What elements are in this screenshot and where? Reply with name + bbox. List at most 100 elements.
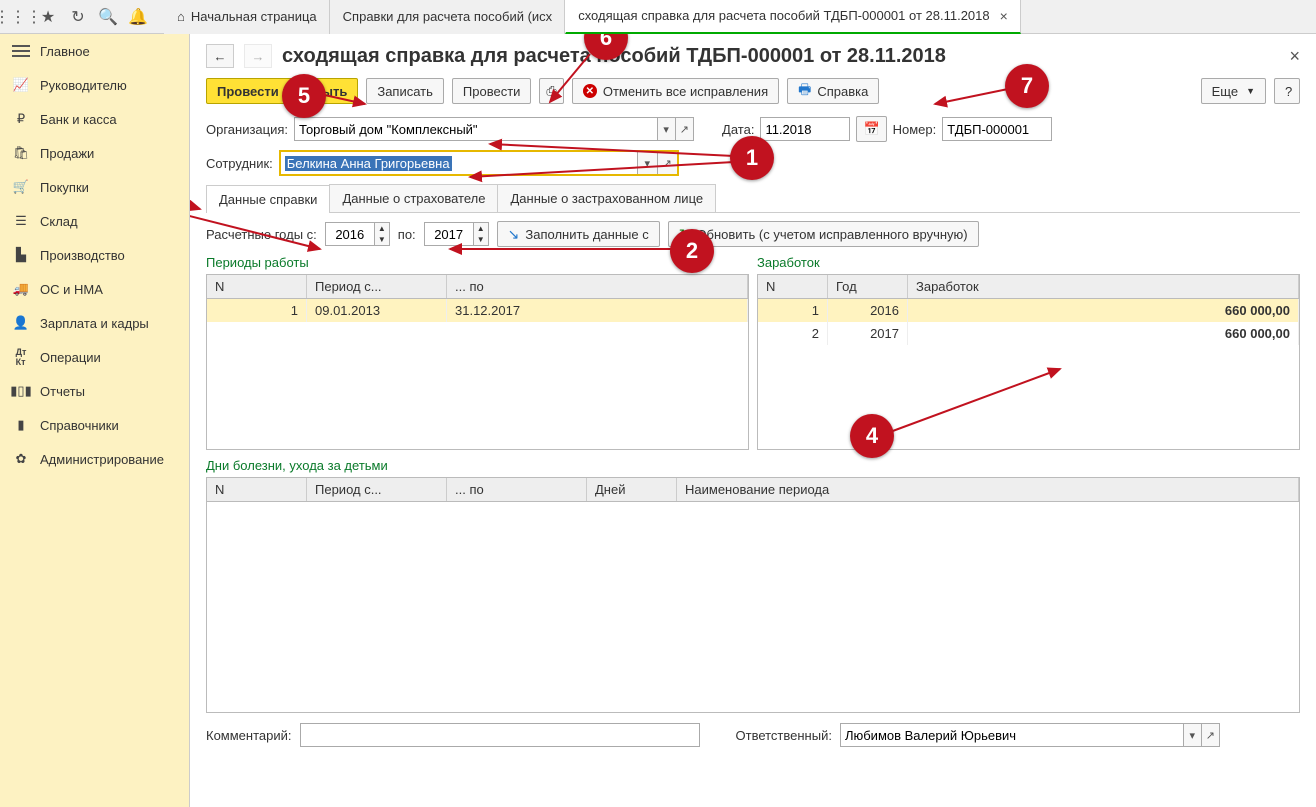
btn-label: Заполнить данные с <box>525 227 648 242</box>
btn-label: Обновить (с учетом исправленного вручную… <box>696 227 967 242</box>
date-field[interactable] <box>760 117 850 141</box>
post-button[interactable]: Провести <box>452 78 532 104</box>
sidebar-item-bank[interactable]: ₽Банк и касса <box>0 102 189 136</box>
history-icon[interactable]: ↻ <box>68 7 88 27</box>
number-input[interactable] <box>943 118 1051 140</box>
org-field[interactable]: ▾ ↗ <box>294 117 694 141</box>
date-input[interactable] <box>761 118 849 140</box>
table-row[interactable]: 1 09.01.2013 31.12.2017 <box>207 299 748 322</box>
up-icon[interactable]: ▲ <box>375 223 389 234</box>
sidebar-label: Производство <box>40 248 125 263</box>
btn-label: Еще <box>1212 84 1238 99</box>
dropdown-icon[interactable]: ▾ <box>637 152 657 174</box>
employee-field[interactable]: Белкина Анна Григорьевна ▾ ↗ <box>279 150 679 176</box>
nav-back-button[interactable]: ← <box>206 44 234 68</box>
open-icon[interactable]: ↗ <box>1201 724 1219 746</box>
cell-year: 2017 <box>828 322 908 345</box>
up-icon[interactable]: ▲ <box>474 223 488 234</box>
command-bar: Провести и закрыть Записать Провести ⎙ ✕… <box>206 78 1300 104</box>
sick-grid[interactable]: N Период с... ... по Дней Наименование п… <box>206 477 1300 713</box>
btn-label: Справка <box>817 84 868 99</box>
btn-label: Отменить все исправления <box>603 84 768 99</box>
year-to-spinner[interactable]: ▲▼ <box>424 222 489 246</box>
comment-input[interactable] <box>301 724 699 746</box>
table-row[interactable]: 2 2017 660 000,00 <box>758 322 1299 345</box>
open-icon[interactable]: ↗ <box>675 118 693 140</box>
bars-icon: ▮▯▮ <box>12 382 30 400</box>
refresh-button[interactable]: ↻Обновить (с учетом исправленного вручну… <box>668 221 979 247</box>
sidebar-item-purchase[interactable]: 🛒Покупки <box>0 170 189 204</box>
help-button[interactable]: ? <box>1274 78 1300 104</box>
open-icon[interactable]: ↗ <box>657 152 677 174</box>
year-from-spinner[interactable]: ▲▼ <box>325 222 390 246</box>
apps-icon[interactable]: ⋮⋮⋮ <box>8 7 28 27</box>
sidebar-item-reports[interactable]: ▮▯▮ Отчеты <box>0 374 189 408</box>
btn-label: Записать <box>377 84 433 99</box>
col-n: N <box>207 478 307 501</box>
dropdown-icon[interactable]: ▾ <box>657 118 675 140</box>
tab-label: Справки для расчета пособий (исх <box>343 9 553 24</box>
table-row[interactable]: 1 2016 660 000,00 <box>758 299 1299 322</box>
calendar-icon: 📅 <box>863 121 879 137</box>
tab-refs[interactable]: Справки для расчета пособий (исх <box>330 0 566 34</box>
tree-icon: ⎙ <box>546 83 556 99</box>
tab-document[interactable]: сходящая справка для расчета пособий ТДБ… <box>565 0 1021 34</box>
sidebar-item-main[interactable]: Главное <box>0 34 189 68</box>
print-button[interactable]: 🖶Справка <box>787 78 879 104</box>
structure-button[interactable]: ⎙ <box>539 78 563 104</box>
sidebar-item-hr[interactable]: 👤Зарплата и кадры <box>0 306 189 340</box>
year-to-input[interactable] <box>425 223 473 245</box>
sidebar-item-dict[interactable]: ▮Справочники <box>0 408 189 442</box>
cancel-corrections-button[interactable]: ✕Отменить все исправления <box>572 78 779 104</box>
sidebar-item-os[interactable]: 🚚ОС и НМА <box>0 272 189 306</box>
close-icon[interactable]: × <box>1000 8 1008 24</box>
sidebar-label: Продажи <box>40 146 94 161</box>
down-icon[interactable]: ▼ <box>375 234 389 245</box>
bell-icon[interactable]: 🔔 <box>128 7 148 27</box>
comment-field[interactable] <box>300 723 700 747</box>
sidebar-item-ops[interactable]: ДтКтОперации <box>0 340 189 374</box>
subtab-person[interactable]: Данные о застрахованном лице <box>497 184 716 212</box>
callout-1: 1 <box>730 136 774 180</box>
subtab-insurer[interactable]: Данные о страхователе <box>329 184 498 212</box>
sidebar-item-sales[interactable]: 🛍Продажи <box>0 136 189 170</box>
dropdown-icon[interactable]: ▾ <box>1183 724 1201 746</box>
nav-fwd-button[interactable]: → <box>244 44 272 68</box>
save-button[interactable]: Записать <box>366 78 444 104</box>
star-icon[interactable]: ★ <box>38 7 58 27</box>
calendar-button[interactable]: 📅 <box>856 116 886 142</box>
hamburger-icon <box>12 42 30 60</box>
responsible-field[interactable]: ▾ ↗ <box>840 723 1220 747</box>
factory-icon: ▙ <box>12 246 30 264</box>
more-button[interactable]: Еще ▼ <box>1201 78 1266 104</box>
year-from-input[interactable] <box>326 223 374 245</box>
earnings-grid[interactable]: N Год Заработок 1 2016 660 000,00 2 <box>757 274 1300 450</box>
subtab-data[interactable]: Данные справки <box>206 185 330 213</box>
org-label: Организация: <box>206 122 288 137</box>
col-year: Год <box>828 275 908 298</box>
sidebar-item-admin[interactable]: ✿Администрирование <box>0 442 189 476</box>
org-input[interactable] <box>295 118 657 140</box>
search-icon[interactable]: 🔍 <box>98 7 118 27</box>
responsible-input[interactable] <box>841 724 1183 746</box>
number-field[interactable] <box>942 117 1052 141</box>
chevron-down-icon: ▼ <box>1246 86 1255 96</box>
callout-5: 5 <box>282 74 326 118</box>
earnings-title: Заработок <box>757 255 1300 270</box>
tab-home[interactable]: ⌂ Начальная страница <box>164 0 330 34</box>
sidebar-item-prod[interactable]: ▙ Производство <box>0 238 189 272</box>
cell-n: 1 <box>758 299 828 322</box>
sidebar-label: Отчеты <box>40 384 85 399</box>
down-icon[interactable]: ▼ <box>474 234 488 245</box>
sidebar-item-manager[interactable]: 📈Руководителю <box>0 68 189 102</box>
sidebar-label: Покупки <box>40 180 89 195</box>
sidebar-label: Зарплата и кадры <box>40 316 149 331</box>
periods-grid[interactable]: N Период с... ... по 1 09.01.2013 31.12.… <box>206 274 749 450</box>
col-from: Период с... <box>307 275 447 298</box>
fill-button[interactable]: ↘Заполнить данные с <box>497 221 660 247</box>
emp-label: Сотрудник: <box>206 156 273 171</box>
close-document-button[interactable]: × <box>1289 46 1300 67</box>
sidebar-item-stock[interactable]: ☰Склад <box>0 204 189 238</box>
col-days: Дней <box>587 478 677 501</box>
sidebar-label: Банк и касса <box>40 112 117 127</box>
